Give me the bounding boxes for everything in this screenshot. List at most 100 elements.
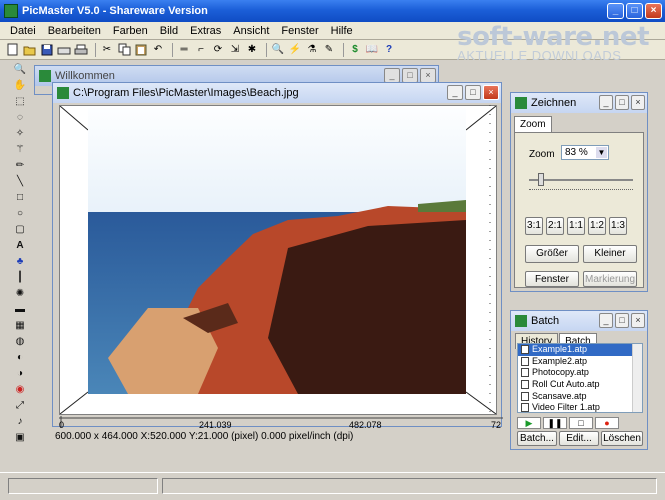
paste-icon[interactable] — [134, 43, 148, 57]
list-item[interactable]: Example1.atp — [518, 344, 642, 356]
list-item[interactable]: Photocopy.atp — [518, 367, 642, 379]
align-icon[interactable]: ═ — [177, 43, 191, 57]
effects-icon[interactable]: ✱ — [245, 43, 259, 57]
batch-list[interactable]: Example1.atp Example2.atp Photocopy.atp … — [517, 343, 643, 413]
batch-edit-button[interactable]: Edit... — [559, 431, 599, 446]
tab-zoom[interactable]: Zoom — [514, 116, 552, 132]
burn-icon[interactable]: ◑ — [13, 366, 27, 380]
zoom-tool-icon[interactable]: 🔍 — [13, 62, 27, 76]
selection-fit-button[interactable]: Markierung — [583, 271, 637, 287]
menu-extras[interactable]: Extras — [184, 25, 227, 37]
ratio-1-2-button[interactable]: 1:2 — [588, 217, 606, 235]
minimize-button[interactable]: _ — [607, 3, 624, 19]
red-eye-icon[interactable]: ◉ — [13, 382, 27, 396]
welcome-minimize-button[interactable]: _ — [384, 68, 400, 83]
menu-fenster[interactable]: Fenster — [275, 25, 324, 37]
eyedropper-icon[interactable]: ⤢ — [13, 398, 27, 412]
batch-list-scrollbar[interactable] — [632, 344, 642, 412]
eraser-icon[interactable]: ▬ — [13, 302, 27, 316]
batch-maximize-button[interactable]: □ — [615, 313, 629, 328]
window-fit-button[interactable]: Fenster — [525, 271, 579, 287]
hand-tool-icon[interactable]: ✋ — [13, 78, 27, 92]
resize-icon[interactable]: ⇲ — [228, 43, 242, 57]
airbrush-icon[interactable]: ✺ — [13, 286, 27, 300]
zoom-slider[interactable] — [529, 179, 633, 181]
text-tool-icon[interactable]: A — [13, 238, 27, 252]
brush-tool-icon[interactable]: ┃ — [13, 270, 27, 284]
zoom-select[interactable]: 83 % ▼ — [561, 145, 609, 160]
bigger-button[interactable]: Größer — [525, 245, 579, 263]
zoom-icon[interactable]: 🔍 — [271, 43, 285, 57]
ratio-2-1-button[interactable]: 2:1 — [546, 217, 564, 235]
smudge-icon[interactable]: ◍ — [13, 334, 27, 348]
clone-icon[interactable]: ▦ — [13, 318, 27, 332]
menu-farben[interactable]: Farben — [107, 25, 154, 37]
rect-select-icon[interactable]: ⬚ — [13, 94, 27, 108]
stop-icon[interactable]: □ — [569, 417, 593, 429]
list-item[interactable]: Roll Cut Auto.atp — [518, 379, 642, 391]
menu-bearbeiten[interactable]: Bearbeiten — [42, 25, 107, 37]
image-window[interactable]: C:\Program Files\PicMaster\Images\Beach.… — [52, 82, 503, 442]
save-icon[interactable] — [40, 43, 54, 57]
cut-icon[interactable]: ✂ — [100, 43, 114, 57]
rectangle-icon[interactable]: □ — [13, 190, 27, 204]
fill-bucket-icon[interactable]: ♣ — [13, 254, 27, 268]
welcome-close-button[interactable]: × — [420, 68, 436, 83]
ellipse-select-icon[interactable]: ◌ — [13, 110, 27, 124]
menu-bild[interactable]: Bild — [154, 25, 184, 37]
stamp-icon[interactable]: ▣ — [13, 430, 27, 444]
batch-close-button[interactable]: × — [631, 313, 645, 328]
undo-icon[interactable]: ↶ — [151, 43, 165, 57]
menu-ansicht[interactable]: Ansicht — [227, 25, 275, 37]
play-icon[interactable]: ▶ — [517, 417, 541, 429]
filter-icon[interactable]: ⚗ — [305, 43, 319, 57]
magic-wand-icon[interactable]: ⚚ — [13, 142, 27, 156]
help-icon[interactable]: ? — [382, 43, 396, 57]
batch-delete-button[interactable]: Löschen — [601, 431, 643, 446]
open-folder-icon[interactable] — [23, 43, 37, 57]
menu-hilfe[interactable]: Hilfe — [325, 25, 359, 37]
copy-icon[interactable] — [117, 43, 131, 57]
list-item[interactable]: Scansave.atp — [518, 391, 642, 403]
image-maximize-button[interactable]: □ — [465, 85, 481, 100]
zeichnen-maximize-button[interactable]: □ — [615, 95, 629, 110]
zeichnen-palette[interactable]: Zeichnen _ □ × Zoom Zoom 83 % ▼ 3:1 2:1 … — [510, 92, 648, 292]
brush-icon[interactable]: ✎ — [322, 43, 336, 57]
ratio-3-1-button[interactable]: 3:1 — [525, 217, 543, 235]
list-item[interactable]: Example2.atp — [518, 356, 642, 368]
smaller-button[interactable]: Kleiner — [583, 245, 637, 263]
line-icon[interactable]: ╲ — [13, 174, 27, 188]
ratio-1-1-button[interactable]: 1:1 — [567, 217, 585, 235]
maximize-button[interactable]: □ — [626, 3, 643, 19]
ratio-1-3-button[interactable]: 1:3 — [609, 217, 627, 235]
zoom-slider-thumb[interactable] — [538, 173, 545, 186]
welcome-maximize-button[interactable]: □ — [402, 68, 418, 83]
speaker-icon[interactable]: ♪ — [13, 414, 27, 428]
price-icon[interactable]: $ — [348, 43, 362, 57]
scan-icon[interactable] — [57, 43, 71, 57]
list-item[interactable]: Video Filter 1.atp — [518, 402, 642, 412]
lasso-icon[interactable]: ✧ — [13, 126, 27, 140]
image-canvas[interactable] — [59, 105, 497, 415]
rounded-rect-icon[interactable]: ▢ — [13, 222, 27, 236]
pencil-icon[interactable]: ✏ — [13, 158, 27, 172]
image-minimize-button[interactable]: _ — [447, 85, 463, 100]
rotate-icon[interactable]: ⟳ — [211, 43, 225, 57]
crop-icon[interactable]: ⌐ — [194, 43, 208, 57]
circle-icon[interactable]: ○ — [13, 206, 27, 220]
close-button[interactable]: × — [645, 3, 662, 19]
menu-datei[interactable]: Datei — [4, 25, 42, 37]
image-close-button[interactable]: × — [483, 85, 499, 100]
book-icon[interactable]: 📖 — [365, 43, 379, 57]
batch-minimize-button[interactable]: _ — [599, 313, 613, 328]
chevron-down-icon[interactable]: ▼ — [596, 147, 607, 158]
new-file-icon[interactable] — [6, 43, 20, 57]
batch-palette[interactable]: Batch _ □ × History Batch Example1.atp E… — [510, 310, 648, 450]
dodge-icon[interactable]: ◐ — [13, 350, 27, 364]
zeichnen-minimize-button[interactable]: _ — [599, 95, 613, 110]
record-icon[interactable]: ● — [595, 417, 619, 429]
batch-run-button[interactable]: Batch... — [517, 431, 557, 446]
app-titlebar[interactable]: PicMaster V5.0 - Shareware Version _ □ × — [0, 0, 665, 22]
lightning-icon[interactable]: ⚡ — [288, 43, 302, 57]
pause-icon[interactable]: ❚❚ — [543, 417, 567, 429]
